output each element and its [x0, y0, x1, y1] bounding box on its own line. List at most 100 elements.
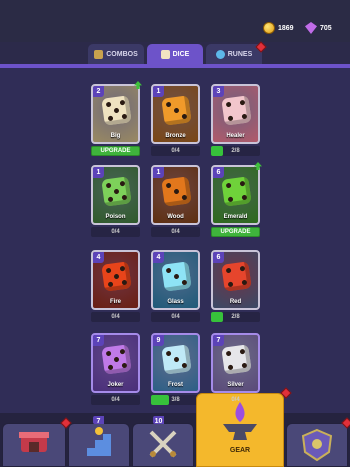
die-pip [241, 113, 248, 120]
die-pip [173, 356, 180, 363]
dice-icon [160, 50, 170, 59]
dice-name: Glass [167, 299, 184, 305]
dice-card-frame: 6 Red [211, 250, 260, 310]
die-pip [227, 364, 234, 371]
dice-level-badge: 3 [213, 86, 224, 97]
die-icon [161, 95, 192, 126]
die-pip [119, 265, 126, 272]
dice-card-big[interactable]: 2 Big UPGRADE [91, 81, 142, 156]
upgrade-label: UPGRADE [220, 229, 251, 235]
dice-card-poison[interactable]: 1 Poison 0/4 [91, 165, 140, 237]
dice-name: Bronze [165, 133, 186, 139]
die-pip [165, 101, 172, 108]
progress-label: 3/8 [171, 397, 180, 403]
card-progress: 0/4 [151, 227, 200, 237]
die-icon [101, 95, 132, 126]
die-pip [227, 115, 234, 122]
die-pip [121, 279, 128, 286]
tab-dice[interactable]: DICE [147, 44, 203, 65]
nav-defense[interactable] [286, 423, 348, 467]
shield-icon [301, 428, 333, 462]
card-progress: 2/8 [211, 312, 260, 322]
die-pip [181, 362, 188, 369]
die-pip [119, 99, 126, 106]
die-pip [225, 267, 232, 274]
die-pip [239, 348, 246, 355]
dice-level-badge: 2 [93, 86, 104, 97]
die-pip [239, 180, 246, 187]
tab-runes[interactable]: RUNES [206, 44, 262, 64]
upgrade-button[interactable]: UPGRADE [91, 146, 140, 156]
dice-level-badge: 7 [93, 335, 104, 346]
gem-amount: 705 [320, 24, 332, 32]
dice-card-frost[interactable]: 9 Frost 3/8 [151, 333, 200, 405]
nav-gear[interactable]: GEAR [196, 393, 284, 467]
dice-name: Frost [168, 382, 183, 388]
die-pip [181, 279, 188, 286]
dice-card-emerald[interactable]: 6 Emerald UPGRADE [211, 162, 262, 237]
die-pip [107, 115, 114, 122]
die-pip [105, 101, 112, 108]
die-pip [121, 113, 128, 120]
die-pip [165, 350, 172, 357]
die-icon [221, 344, 252, 375]
dice-card-frame: 7 Joker [91, 333, 140, 393]
nav-climb[interactable] [68, 423, 130, 467]
dice-card-glass[interactable]: 4 Glass 0/4 [151, 250, 200, 322]
die-icon [161, 261, 192, 292]
die-pip [241, 279, 248, 286]
swords-icon [149, 430, 177, 458]
dice-card-wood[interactable]: 1 Wood 0/4 [151, 165, 200, 237]
dice-name: Joker [107, 382, 124, 388]
progress-label: 2/8 [231, 148, 240, 154]
coin-counter[interactable]: 1869 [263, 21, 294, 35]
coin-icon [263, 22, 275, 34]
nav-battle[interactable] [132, 423, 194, 467]
gem-counter[interactable]: 705 [305, 21, 332, 35]
die-pip [113, 273, 120, 280]
card-progress: 3/8 [151, 395, 200, 405]
dice-card-joker[interactable]: 7 Joker 0/4 [91, 333, 140, 405]
die-pip [165, 182, 172, 189]
die-pip [113, 188, 120, 195]
progress-label: 0/4 [171, 229, 180, 235]
dice-card-frame: 2 Big [91, 84, 140, 144]
upgrade-button[interactable]: UPGRADE [211, 227, 260, 237]
dice-level-badge: 4 [93, 252, 104, 263]
card-progress: 0/4 [91, 227, 140, 237]
nav-gear-label: GEAR [229, 447, 251, 454]
die-pip [107, 281, 114, 288]
dice-card-frame: 1 Wood [151, 165, 200, 225]
die-icon [161, 176, 192, 207]
die-pip [181, 194, 188, 201]
tab-dice-label: DICE [172, 51, 190, 58]
dice-name: Red [229, 299, 242, 305]
dice-card-frame: 7 Silver [211, 333, 260, 393]
dice-card-fire[interactable]: 4 Fire 0/4 [91, 250, 140, 322]
tab-combos[interactable]: COMBOS [88, 44, 144, 64]
progress-label: 0/4 [111, 229, 120, 235]
nav-shop[interactable] [2, 423, 66, 467]
die-icon [221, 176, 252, 207]
die-pip [173, 107, 180, 114]
upgrade-label: UPGRADE [100, 148, 131, 154]
dice-card-frame: 4 Glass [151, 250, 200, 310]
dice-name: Wood [167, 214, 184, 220]
progress-label: 0/4 [171, 314, 180, 320]
die-pip [181, 113, 188, 120]
die-pip [113, 356, 120, 363]
tab-runes-label: RUNES [227, 50, 253, 58]
gem-icon [305, 22, 317, 34]
card-progress: 0/4 [151, 146, 200, 156]
dice-card-bronze[interactable]: 1 Bronze 0/4 [151, 84, 200, 156]
top-bar [0, 0, 350, 42]
die-pip [239, 265, 246, 272]
dice-card-red[interactable]: 6 Red 2/8 [211, 250, 260, 322]
dice-card-healer[interactable]: 3 Healer 2/8 [211, 84, 260, 156]
die-pip [107, 364, 114, 371]
dice-card-silver[interactable]: 7 Silver 0/4 [211, 333, 260, 405]
die-pip [239, 99, 246, 106]
combos-icon [94, 49, 104, 59]
die-pip [105, 267, 112, 274]
dice-level-badge: 1 [153, 167, 164, 178]
